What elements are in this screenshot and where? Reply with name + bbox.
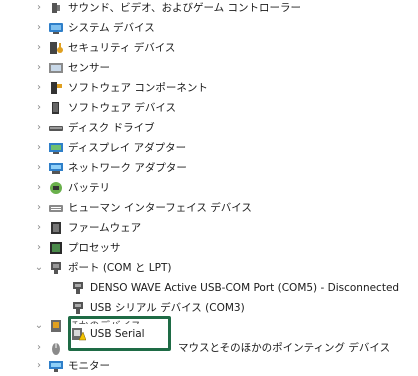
tree-item-mice[interactable]: › マウスとそのほかのポインティング デバイス [34, 338, 390, 357]
tree-item-software-components[interactable]: › ソフトウェア コンポーネント [34, 78, 208, 97]
tree-item-network-adapters[interactable]: › ネットワーク アダプター [34, 158, 187, 177]
tree-item-software-devices[interactable]: › ソフトウェア デバイス [34, 98, 176, 117]
chevron-right-icon[interactable]: › [34, 62, 44, 74]
tree-item-label: プロセッサ [68, 241, 121, 254]
chevron-right-icon[interactable]: › [34, 222, 44, 234]
firmware-icon [48, 221, 64, 235]
speaker-icon [48, 1, 64, 15]
chevron-right-icon[interactable]: › [34, 182, 44, 194]
tree-item-display-adapters[interactable]: › ディスプレイ アダプター [34, 138, 186, 157]
tree-item-label: バッテリ [68, 181, 110, 194]
chevron-right-icon[interactable]: › [34, 242, 44, 254]
tree-item-label: ソフトウェア コンポーネント [68, 81, 208, 94]
tree-item-label: ディスプレイ アダプター [68, 141, 187, 154]
tree-item-sensors[interactable]: › センサー [34, 58, 110, 77]
port-connector-icon [70, 301, 86, 315]
chevron-right-icon[interactable]: › [34, 82, 44, 94]
tree-item-label: ヒューマン インターフェイス デバイス [68, 201, 252, 214]
tree-item-label: セキュリティ デバイス [68, 41, 176, 54]
chevron-down-icon[interactable]: ⌄ [34, 262, 44, 274]
chevron-right-icon[interactable]: › [34, 342, 44, 354]
battery-icon [48, 181, 64, 195]
tree-item-usb-serial-com3[interactable]: USB シリアル デバイス (COM3) [70, 298, 245, 317]
system-device-icon [48, 21, 64, 35]
chevron-right-icon[interactable]: › [34, 2, 44, 14]
sensor-icon [48, 61, 64, 75]
port-icon [48, 261, 64, 275]
tree-item-label: USB シリアル デバイス (COM3) [90, 301, 245, 314]
tree-item-ports[interactable]: ⌄ ポート (COM と LPT) [34, 258, 171, 277]
chevron-right-icon[interactable]: › [34, 162, 44, 174]
security-key-icon [48, 41, 64, 55]
tree-item-label: ディスク ドライブ [68, 121, 155, 134]
tree-item-disk-drives[interactable]: › ディスク ドライブ [34, 118, 155, 137]
hid-icon [48, 201, 64, 215]
chevron-right-icon[interactable]: › [34, 202, 44, 214]
chevron-right-icon[interactable]: › [34, 102, 44, 114]
tree-item-processors[interactable]: › プロセッサ [34, 238, 121, 257]
port-connector-icon [70, 281, 86, 295]
display-adapter-icon [48, 141, 64, 155]
tree-item-sound[interactable]: › サウンド、ビデオ、およびゲーム コントローラー [34, 0, 301, 17]
chevron-right-icon[interactable]: › [34, 122, 44, 134]
software-device-icon [48, 101, 64, 115]
chevron-right-icon[interactable]: › [34, 42, 44, 54]
disk-drive-icon [48, 121, 64, 135]
monitor-icon [48, 359, 64, 373]
mouse-icon [48, 341, 64, 355]
tree-item-label: センサー [68, 61, 110, 74]
chevron-right-icon[interactable]: › [34, 360, 44, 372]
network-adapter-icon [48, 161, 64, 175]
tree-item-label: ポート (COM と LPT) [68, 261, 172, 274]
tree-item-label: DENSO WAVE Active USB-COM Port (COM5) - … [90, 281, 400, 294]
software-component-icon [48, 81, 64, 95]
tree-item-system-devices[interactable]: › システム デバイス [34, 18, 155, 37]
tree-item-label: ネットワーク アダプター [68, 161, 187, 174]
tree-item-label: ファームウェア [68, 221, 142, 234]
chevron-right-icon[interactable]: › [34, 22, 44, 34]
chevron-right-icon[interactable]: › [34, 142, 44, 154]
tree-item-security-devices[interactable]: › セキュリティ デバイス [34, 38, 175, 57]
tree-item-label: サウンド、ビデオ、およびゲーム コントローラー [68, 1, 301, 14]
tree-item-firmware[interactable]: › ファームウェア [34, 218, 141, 237]
tree-item-batteries[interactable]: › バッテリ [34, 178, 110, 197]
tree-item-monitors[interactable]: › モニター [34, 356, 110, 375]
device-tree: › サウンド、ビデオ、およびゲーム コントローラー › システム デバイス › … [8, 0, 410, 373]
chevron-down-icon[interactable]: ⌄ [34, 320, 44, 332]
tree-item-label: マウスとそのほかのポインティング デバイス [178, 341, 391, 354]
tree-item-denso-port[interactable]: DENSO WAVE Active USB-COM Port (COM5) - … [70, 278, 399, 297]
unknown-device-icon [48, 319, 64, 333]
processor-icon [48, 241, 64, 255]
tree-item-label: ソフトウェア デバイス [68, 101, 177, 114]
tree-item-hid[interactable]: › ヒューマン インターフェイス デバイス [34, 198, 252, 217]
tree-item-label: システム デバイス [68, 21, 155, 34]
tree-item-label: モニター [68, 359, 110, 372]
